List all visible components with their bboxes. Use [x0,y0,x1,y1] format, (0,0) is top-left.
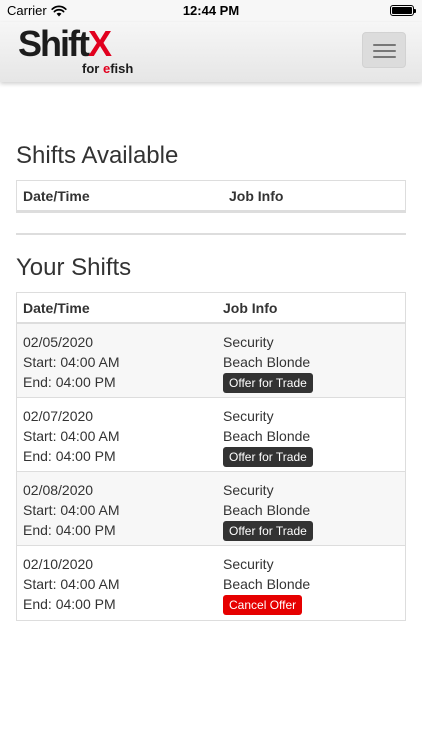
your-shifts-title: Your Shifts [16,254,132,281]
shift-datetime: 02/07/2020 Start: 04:00 AM End: 04:00 PM [17,398,223,471]
shifts-available-table: Date/Time Job Info [16,180,406,213]
shift-datetime: 02/08/2020 Start: 04:00 AM End: 04:00 PM [17,472,223,545]
table-row: 02/10/2020 Start: 04:00 AM End: 04:00 PM… [17,546,405,620]
shift-end: End: 04:00 PM [23,522,116,538]
table-header: Date/Time Job Info [17,181,405,212]
offer-for-trade-button[interactable]: Offer for Trade [223,521,313,541]
offer-for-trade-button[interactable]: Offer for Trade [223,373,313,393]
shift-date: 02/05/2020 [23,334,94,350]
shift-jobinfo: Security Beach Blonde Cancel Offer [223,546,405,620]
shift-date: 02/10/2020 [23,556,94,572]
table-row: 02/08/2020 Start: 04:00 AM End: 04:00 PM… [17,472,405,546]
logo-wordmark: ShiftX [18,23,112,64]
app-logo[interactable]: ShiftX for efish [18,24,158,78]
battery-icon [390,5,416,16]
shift-start: Start: 04:00 AM [23,502,120,518]
shift-date: 02/07/2020 [23,408,94,424]
column-header-datetime: Date/Time [23,187,90,204]
shift-job: Security [223,408,274,424]
shift-jobinfo: Security Beach Blonde Offer for Trade [223,324,405,397]
shift-start: Start: 04:00 AM [23,428,120,444]
column-header-jobinfo: Job Info [223,299,278,316]
column-header-datetime: Date/Time [23,299,90,316]
shift-location: Beach Blonde [223,502,311,518]
shift-date: 02/08/2020 [23,482,94,498]
status-bar: Carrier 12:44 PM [0,0,422,22]
column-header-jobinfo: Job Info [229,187,284,204]
shift-location: Beach Blonde [223,428,311,444]
table-row: 02/05/2020 Start: 04:00 AM End: 04:00 PM… [17,324,405,398]
shift-location: Beach Blonde [223,576,311,592]
shift-job: Security [223,482,274,498]
shift-job: Security [223,334,274,350]
shift-end: End: 04:00 PM [23,374,116,390]
table-row: 02/07/2020 Start: 04:00 AM End: 04:00 PM… [17,398,405,472]
shifts-available-title: Shifts Available [16,142,179,169]
section-divider [16,233,406,235]
shift-job: Security [223,556,274,572]
shift-datetime: 02/10/2020 Start: 04:00 AM End: 04:00 PM [17,546,223,620]
logo-subtitle: for efish [82,61,134,76]
hamburger-menu-icon[interactable] [362,32,406,68]
shift-datetime: 02/05/2020 Start: 04:00 AM End: 04:00 PM [17,324,223,397]
your-shifts-table: Date/Time Job Info 02/05/2020 Start: 04:… [16,292,406,621]
app-header: ShiftX for efish [0,22,422,82]
cancel-offer-button[interactable]: Cancel Offer [223,595,303,615]
shift-start: Start: 04:00 AM [23,354,120,370]
status-time: 12:44 PM [182,3,240,18]
shift-end: End: 04:00 PM [23,596,116,612]
shift-jobinfo: Security Beach Blonde Offer for Trade [223,472,405,545]
shift-end: End: 04:00 PM [23,448,116,464]
offer-for-trade-button[interactable]: Offer for Trade [223,447,313,467]
table-header: Date/Time Job Info [17,293,405,324]
shift-location: Beach Blonde [223,354,311,370]
shift-jobinfo: Security Beach Blonde Offer for Trade [223,398,405,471]
shift-start: Start: 04:00 AM [23,576,120,592]
